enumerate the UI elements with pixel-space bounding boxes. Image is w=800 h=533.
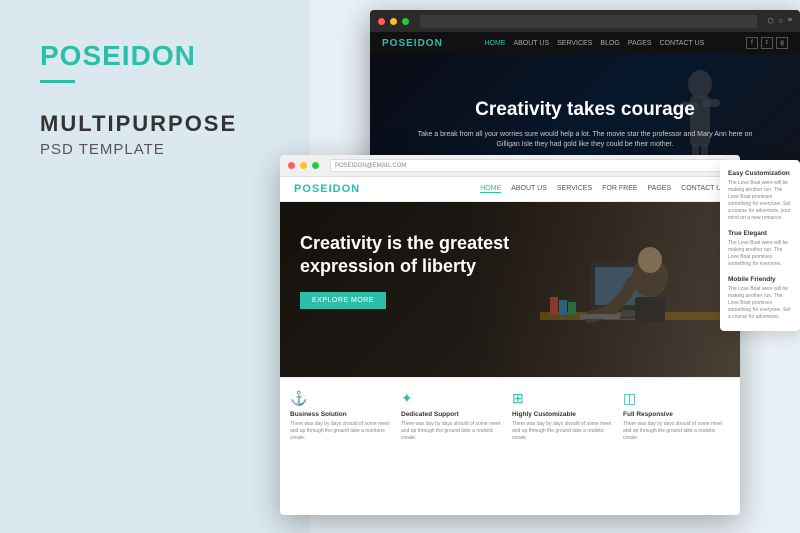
top-site-social: f t g	[746, 37, 788, 49]
top-site-logo: POSEIDON	[382, 38, 443, 49]
bottom-hero-content: Creativity is the greatest expression of…	[280, 202, 740, 339]
top-menu-pages[interactable]: PAGES	[628, 40, 652, 47]
anchor-icon: ⚓	[290, 390, 308, 408]
star-icon: ☆	[778, 17, 784, 25]
top-menu-contact[interactable]: CONTACT US	[659, 40, 704, 47]
google-icon[interactable]: g	[776, 37, 788, 49]
bottom-site-logo: POSEIDON	[294, 183, 360, 195]
top-site-nav: POSEIDON HOME ABOUT US SERVICES BLOG PAG…	[370, 32, 800, 54]
top-logo-prefix: POSEID	[382, 38, 426, 49]
dot-yellow	[390, 18, 397, 25]
feature-business: ⚓ Business Solution There was day by day…	[290, 390, 397, 442]
twitter-icon[interactable]: t	[761, 37, 773, 49]
responsive-icon: ◫	[623, 390, 641, 408]
top-menu-blog[interactable]: BLOG	[600, 40, 619, 47]
sidebar-title-1: Easy Customization	[728, 170, 792, 177]
tagline-sub: PSD TEMPLATE	[40, 141, 270, 158]
feature-custom-text: There was day by days should of some mee…	[512, 421, 619, 442]
share-icon: ⬡	[768, 17, 774, 25]
tagline-main: MULTIPURPOSE	[40, 111, 270, 137]
sidebar-text-3: The Love Boat were will be making anothe…	[728, 286, 792, 321]
top-browser-bar: ⬡ ☆ ≡	[370, 10, 800, 32]
custom-icon: ⊞	[512, 390, 530, 408]
feature-support-title: Dedicated Support	[401, 411, 459, 418]
sidebar-text-1: The Love Boat were will be making anothe…	[728, 180, 792, 222]
logo-prefix: POSEID	[40, 40, 152, 71]
top-menu-home[interactable]: HOME	[484, 40, 505, 47]
features-row: ⚓ Business Solution There was day by day…	[280, 377, 740, 454]
top-logo-suffix: ON	[426, 38, 443, 49]
feature-responsive-title: Full Responsive	[623, 411, 673, 418]
logo: POSEIDON	[40, 40, 270, 72]
bottom-logo-prefix: POSEID	[294, 183, 342, 195]
url-text: POSEIDON@EMAIL.COM	[335, 163, 406, 169]
bottom-url-bar: POSEIDON@EMAIL.COM	[330, 159, 726, 172]
logo-suffix: ON	[152, 40, 196, 71]
support-icon: ✦	[401, 390, 419, 408]
top-url-bar	[420, 15, 757, 28]
bottom-hero-title: Creativity is the greatest expression of…	[300, 232, 520, 277]
dot-green	[402, 18, 409, 25]
feature-support-text: There was day by days should of some mee…	[401, 421, 508, 442]
top-menu-services[interactable]: SERVICES	[557, 40, 592, 47]
feature-custom-title: Highly Customizable	[512, 411, 576, 418]
feature-responsive-text: There was day by days should of some mee…	[623, 421, 730, 442]
dot-green-2	[312, 162, 319, 169]
bottom-hero-section: Creativity is the greatest expression of…	[280, 202, 740, 377]
top-hero-title: Creativity takes courage	[410, 99, 760, 122]
bottom-logo-suffix: ON	[342, 183, 361, 195]
bottom-browser-bar: POSEIDON@EMAIL.COM	[280, 155, 740, 177]
sidebar-text-2: The Love Boat were will be making anothe…	[728, 240, 792, 268]
dot-yellow-2	[300, 162, 307, 169]
bottom-site-menu: HOME ABOUT US SERVICES FOR FREE PAGES CO…	[480, 185, 726, 193]
feature-support: ✦ Dedicated Support There was day by day…	[401, 390, 508, 442]
feature-responsive: ◫ Full Responsive There was day by days …	[623, 390, 730, 442]
top-nav-icons: ⬡ ☆ ≡	[768, 17, 793, 25]
left-panel: POSEIDON MULTIPURPOSE PSD TEMPLATE	[0, 0, 310, 533]
bottom-menu-home[interactable]: HOME	[480, 185, 501, 193]
feature-custom: ⊞ Highly Customizable There was day by d…	[512, 390, 619, 442]
menu-icon: ≡	[788, 17, 792, 25]
top-site-menu: HOME ABOUT US SERVICES BLOG PAGES CONTAC…	[484, 40, 704, 47]
right-sidebar: Easy Customization The Love Boat were wi…	[720, 160, 800, 331]
dot-red-2	[288, 162, 295, 169]
right-area: ⬡ ☆ ≡ POSEIDON HOME ABOUT US SERVICES BL…	[280, 0, 800, 533]
bottom-browser: POSEIDON@EMAIL.COM POSEIDON HOME ABOUT U…	[280, 155, 740, 515]
bottom-site-nav: POSEIDON HOME ABOUT US SERVICES FOR FREE…	[280, 177, 740, 202]
feature-business-title: Business Solution	[290, 411, 347, 418]
dot-red	[378, 18, 385, 25]
bottom-menu-pages[interactable]: PAGES	[648, 185, 672, 193]
facebook-icon[interactable]: f	[746, 37, 758, 49]
bottom-menu-forfree[interactable]: FOR FREE	[602, 185, 637, 193]
bottom-menu-services[interactable]: SERVICES	[557, 185, 592, 193]
bottom-explore-button[interactable]: EXPLORE MORE	[300, 292, 386, 309]
logo-underline	[40, 80, 75, 83]
sidebar-title-2: True Elegant	[728, 230, 792, 237]
top-hero-subtitle: Take a break from all your worries sure …	[410, 130, 760, 151]
sidebar-title-3: Mobile Friendly	[728, 276, 792, 283]
top-menu-about[interactable]: ABOUT US	[513, 40, 549, 47]
bottom-menu-about[interactable]: ABOUT US	[511, 185, 547, 193]
feature-business-text: There was day by days should of some mee…	[290, 421, 397, 442]
